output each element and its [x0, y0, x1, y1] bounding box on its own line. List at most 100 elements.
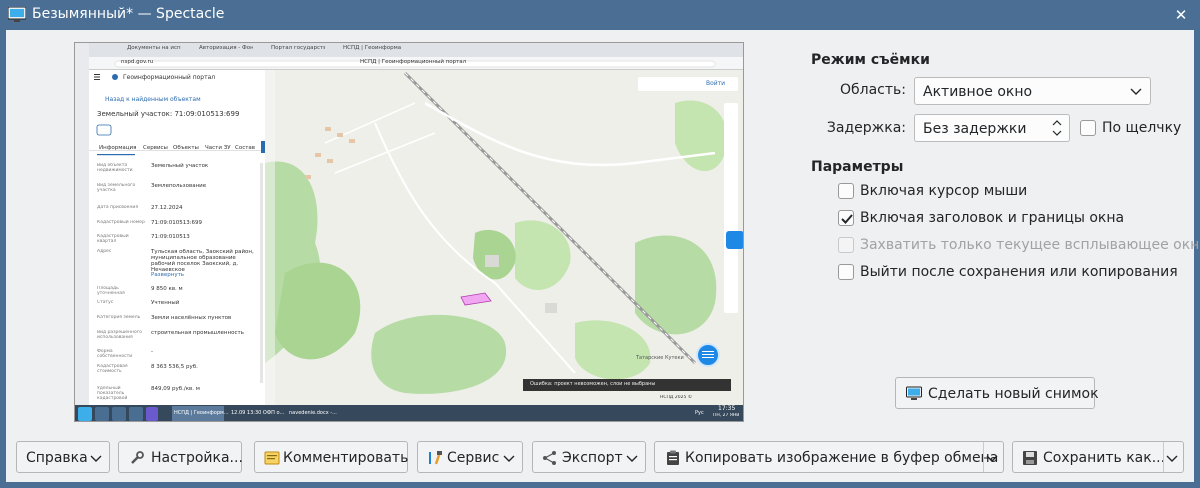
preview-info-key: Вид земельного участка — [97, 183, 136, 193]
preview-panel-tab: Объекты — [173, 145, 199, 151]
preview-address: nspd.gov.ru — [121, 59, 154, 65]
chevron-down-icon — [90, 455, 102, 462]
save-icon — [1023, 451, 1037, 465]
popup-only-label: Захватить только текущее всплывающее окн… — [860, 237, 1200, 253]
chevron-down-icon[interactable] — [1166, 452, 1178, 464]
annotate-label: Комментировать — [283, 450, 409, 466]
preview-info-key: Категория земель — [97, 315, 141, 320]
preview-tab: Документы на испол... — [127, 45, 181, 51]
area-label: Область: — [839, 82, 906, 98]
preview-info-value: 71:09:010513:699 — [151, 220, 203, 226]
preview-info-value: 9 850 кв. м — [151, 286, 183, 292]
copy-to-clipboard-button[interactable]: Копировать изображение в буфер обмена — [654, 441, 1004, 473]
preview-info-key: Статус — [97, 300, 114, 305]
clipboard-icon — [667, 450, 679, 465]
save-button-separator — [1163, 442, 1164, 472]
preview-tab: Авторизация - Фонд ин... — [199, 45, 253, 51]
preview-info-key: Форма собственности — [97, 349, 133, 359]
copy-button-separator — [983, 442, 984, 472]
tools-label: Сервис — [447, 450, 500, 466]
preview-clock-time: 17:35 — [718, 405, 736, 412]
configure-button[interactable]: Настройка... — [118, 441, 243, 473]
preview-login: Войти — [706, 80, 726, 87]
save-as-button[interactable]: Сохранить как... — [1012, 441, 1184, 473]
capture-mode-heading: Режим съёмки — [811, 52, 930, 68]
preview-info-key: Площадь уточненная — [97, 286, 125, 296]
include-decorations-label: Включая заголовок и границы окна — [860, 210, 1125, 226]
preview-error: Ошибка: проект невозможен, слои не выбра… — [530, 381, 656, 387]
preview-portal-name: Геоинформационный портал — [123, 74, 216, 81]
preview-place-label: Татарские Кутеки — [636, 355, 684, 361]
preview-panel-tab: Информация — [99, 145, 137, 151]
preview-clock-date: ПН, 27 ЯНВ — [713, 413, 740, 418]
preview-info-key: Кадастровый квартал — [97, 234, 129, 244]
options-heading: Параметры — [811, 159, 904, 175]
preview-info-key: Вид разрешенного использования — [97, 330, 142, 340]
share-icon — [543, 451, 556, 465]
preview-tab: Портал государственн... — [271, 45, 325, 51]
delay-spinbox-value: Без задержки — [923, 121, 1027, 137]
preview-panel-tab: Части ЗУ — [205, 145, 231, 151]
preview-info-value: Развернуть — [151, 272, 185, 278]
preview-layout: Рус — [695, 410, 704, 416]
on-click-checkbox[interactable] — [1080, 120, 1096, 136]
spin-arrows-icon[interactable] — [1051, 118, 1063, 138]
preview-taskbar-item: navedenie.docx -... — [289, 410, 337, 416]
preview-info-key: Удельный показатель кадастровой — [97, 386, 128, 401]
preview-taskbar-item: 12.09 13:30 ОФП о... — [231, 410, 285, 416]
popup-only-checkbox — [838, 237, 854, 253]
chevron-down-icon — [626, 455, 638, 462]
delay-label: Задержка: — [826, 120, 906, 136]
spectacle-app-icon — [8, 7, 26, 22]
chevron-down-icon[interactable] — [986, 452, 998, 464]
include-decorations-checkbox[interactable] — [838, 210, 854, 226]
help-button[interactable]: Справка — [16, 441, 110, 473]
preview-parcel-title: Земельный участок: 71:09:010513:699 — [97, 110, 240, 118]
preview-back-link: Назад к найденным объектам — [105, 96, 201, 103]
chevron-down-icon — [503, 455, 515, 462]
preview-info-value: 8 363 536,5 руб. — [151, 364, 198, 370]
quit-after-save-label: Выйти после сохранения или копирования — [860, 264, 1178, 280]
window-title: Безымянный* — Spectacle — [32, 6, 225, 22]
delay-spinbox[interactable]: Без задержки — [914, 114, 1070, 142]
preview-info-key: Кадастровая стоимость — [97, 364, 128, 374]
help-label: Справка — [26, 450, 88, 466]
export-button[interactable]: Экспорт — [532, 441, 646, 473]
monitor-icon — [906, 386, 922, 400]
preview-info-value: Землепользование — [151, 183, 207, 189]
preview-info-value: Тульская область, Заокский район, муници… — [151, 249, 254, 273]
preview-info-value: Земли населённых пунктов — [151, 315, 232, 321]
quit-after-save-checkbox[interactable] — [838, 264, 854, 280]
screenshot-preview[interactable]: Документы на испол... Авторизация - Фонд… — [74, 42, 744, 422]
preview-info-value: 849,09 руб./кв. м — [151, 386, 200, 392]
on-click-label: По щелчку — [1102, 120, 1182, 136]
copy-label: Копировать изображение в буфер обмена — [685, 450, 999, 466]
annotate-button[interactable]: Комментировать — [254, 441, 408, 473]
tools-button[interactable]: Сервис — [417, 441, 523, 473]
preview-info-value: 71:09:010513 — [151, 234, 190, 240]
preview-info-key: Адрес — [97, 249, 112, 254]
preview-info-key: Дата присвоения — [97, 205, 139, 210]
annotate-icon — [264, 451, 280, 465]
preview-info-value: 27.12.2024 — [151, 205, 183, 211]
preview-info-key: Вид объекта недвижимости — [97, 163, 133, 173]
preview-info-key: Кадастровый номер — [97, 220, 145, 225]
spectacle-window: Документы на испол... Авторизация - Фонд… — [6, 30, 1200, 482]
new-screenshot-button[interactable]: Сделать новый снимок — [895, 377, 1099, 409]
export-label: Экспорт — [562, 450, 623, 466]
preview-taskbar-item: НСПД | Геоинформ... — [174, 410, 229, 416]
preview-tab: НСПД | Геоинформацио... — [343, 45, 401, 51]
wrench-icon — [131, 451, 144, 464]
checkmark-icon — [841, 214, 853, 224]
preview-page-title: НСПД | Геоинформационный портал — [360, 59, 467, 65]
preview-map-copyright: НСПД 2025 © — [660, 395, 693, 400]
save-as-label: Сохранить как... — [1043, 450, 1166, 466]
preview-info-value: - — [151, 349, 153, 355]
preview-info-value: строительная промышленность — [151, 330, 244, 336]
tools-icon — [429, 451, 442, 465]
include-cursor-checkbox[interactable] — [838, 183, 854, 199]
preview-panel-tab: Сервисы — [143, 145, 168, 151]
area-combo[interactable]: Активное окно — [914, 77, 1151, 105]
window-close-icon[interactable]: ✕ — [1170, 4, 1192, 26]
new-screenshot-label: Сделать новый снимок — [928, 386, 1099, 402]
